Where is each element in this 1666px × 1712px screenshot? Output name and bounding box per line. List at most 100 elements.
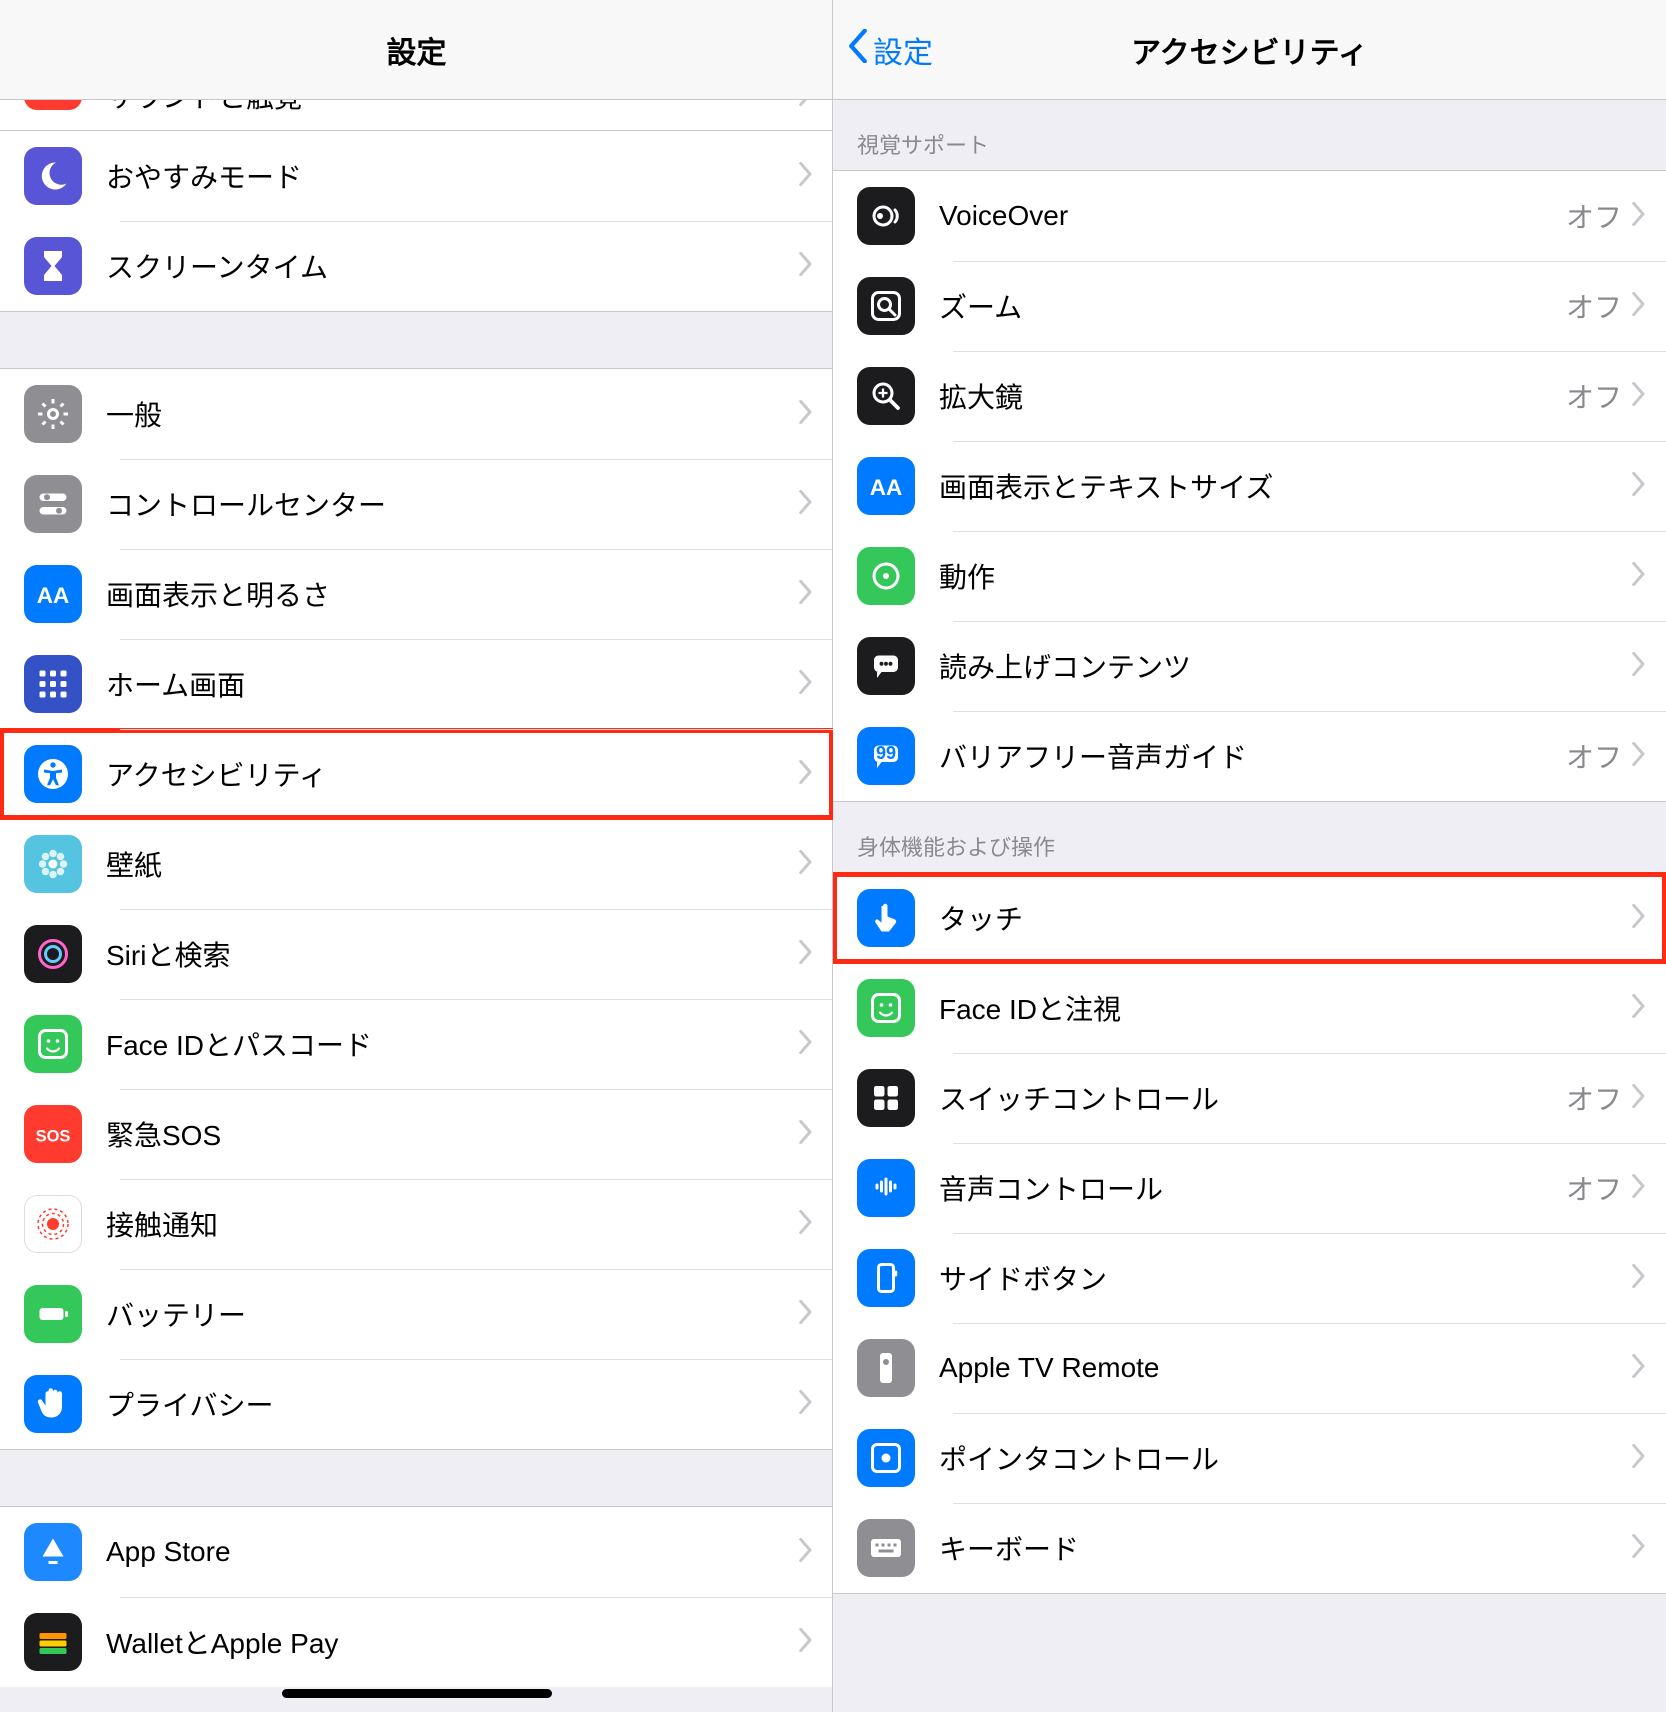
face-icon [24,1015,82,1073]
home-indicator[interactable] [282,1689,552,1698]
chevron-right-icon [1632,1174,1646,1203]
siri-icon [24,925,82,983]
row-label: Face IDとパスコード [106,1024,799,1064]
row-label: 一般 [106,394,799,434]
row-switchctrl[interactable]: スイッチコントロールオフ [833,1053,1666,1143]
svg-text:SOS: SOS [36,1128,71,1146]
row-label: 音声コントロール [939,1168,1566,1208]
row-sidebutton[interactable]: サイドボタン [833,1233,1666,1323]
hourglass-icon [24,237,82,295]
row-label: コントロールセンター [106,484,799,524]
row-cutoff[interactable]: サウンドと触覚 [0,100,833,130]
switches-icon [24,475,82,533]
row-keyboard[interactable]: キーボード [833,1503,1666,1593]
svg-text:AA: AA [870,475,903,500]
chevron-right-icon [799,162,813,191]
row-label: ホーム画面 [106,664,799,704]
row-display[interactable]: AA画面表示と明るさ [0,549,833,639]
chevron-right-icon [799,1390,813,1419]
section-header: 身体機能および操作 [833,802,1666,872]
row-audiodesc[interactable]: 99バリアフリー音声ガイドオフ [833,711,1666,801]
chevron-right-icon [799,1120,813,1149]
row-appstore[interactable]: App Store [0,1507,833,1597]
row-accessibility[interactable]: アクセシビリティ [0,729,833,819]
row-label: スクリーンタイム [106,246,799,286]
magnifier-icon [857,367,915,425]
row-controlcenter[interactable]: コントロールセンター [0,459,833,549]
row-voiceover[interactable]: VoiceOverオフ [833,171,1666,261]
row-sos[interactable]: SOS緊急SOS [0,1089,833,1179]
settings-list[interactable]: サウンドと触覚おやすみモードスクリーンタイム一般コントロールセンター AA画面表示… [0,100,833,1712]
row-value: オフ [1566,196,1622,236]
settings-header: 設定 [0,0,833,100]
appstore-icon [24,1523,82,1581]
row-label: 動作 [939,556,1632,596]
chevron-right-icon [1632,1084,1646,1113]
chevron-right-icon [1632,472,1646,501]
moon-icon [24,147,82,205]
svg-text:99: 99 [876,743,896,763]
row-label: タッチ [939,898,1632,938]
row-label: プライバシー [106,1384,799,1424]
settings-panel: 設定 サウンドと触覚おやすみモードスクリーンタイム一般コントロールセンター AA画… [0,0,833,1712]
row-battery[interactable]: バッテリー [0,1269,833,1359]
row-pointer[interactable]: ポインタコントロール [833,1413,1666,1503]
row-label: スイッチコントロール [939,1078,1566,1118]
row-label: キーボード [939,1528,1632,1568]
voicectrl-icon [857,1159,915,1217]
row-touch[interactable]: タッチ [833,873,1666,963]
row-faceatt[interactable]: Face IDと注視 [833,963,1666,1053]
row-label: 画面表示とテキストサイズ [939,466,1632,506]
row-label: 画面表示と明るさ [106,574,799,614]
row-wallpaper[interactable]: 壁紙 [0,819,833,909]
chevron-right-icon [1632,742,1646,771]
row-spoken[interactable]: 読み上げコンテンツ [833,621,1666,711]
row-wallet[interactable]: WalletとApple Pay [0,1597,833,1687]
switchctrl-icon [857,1069,915,1127]
chevron-right-icon [1632,382,1646,411]
row-zoom[interactable]: ズームオフ [833,261,1666,351]
row-motion[interactable]: 動作 [833,531,1666,621]
chevron-right-icon [799,760,813,789]
row-exposure[interactable]: 接触通知 [0,1179,833,1269]
chevron-right-icon [799,1300,813,1329]
chevron-right-icon [1632,202,1646,231]
sidebutton-icon [857,1249,915,1307]
chevron-right-icon [799,940,813,969]
chevron-right-icon [1632,652,1646,681]
back-button[interactable]: 設定 [847,0,933,99]
row-value: オフ [1566,286,1622,326]
section-header: 視覚サポート [833,100,1666,170]
row-dnd[interactable]: おやすみモード [0,131,833,221]
row-faceid[interactable]: Face IDとパスコード [0,999,833,1089]
row-appletv[interactable]: Apple TV Remote [833,1323,1666,1413]
row-home[interactable]: ホーム画面 [0,639,833,729]
remote-icon [857,1339,915,1397]
chevron-right-icon [799,252,813,281]
accessibility-title: アクセシビリティ [1131,28,1368,72]
row-screentime[interactable]: スクリーンタイム [0,221,833,311]
aa-icon: AA [857,457,915,515]
row-value: オフ [1566,376,1622,416]
chevron-right-icon [799,100,813,111]
row-voicectrl[interactable]: 音声コントロールオフ [833,1143,1666,1233]
row-textsize[interactable]: AA 画面表示とテキストサイズ [833,441,1666,531]
row-label: バッテリー [106,1294,799,1334]
speech-icon [857,637,915,695]
accessibility-list[interactable]: 視覚サポートVoiceOverオフズームオフ拡大鏡オフAA画面表示とテキストサイ… [833,100,1666,1712]
pointer-icon [857,1429,915,1487]
row-siri[interactable]: Siriと検索 [0,909,833,999]
row-label: Siriと検索 [106,934,799,974]
row-general[interactable]: 一般 [0,369,833,459]
zoom-icon [857,277,915,335]
back-label: 設定 [873,28,933,72]
chevron-right-icon [1632,904,1646,933]
row-label: App Store [106,1536,799,1568]
row-label: 拡大鏡 [939,376,1566,416]
chevron-right-icon [1632,1534,1646,1563]
settings-title: 設定 [387,28,447,72]
row-privacy[interactable]: プライバシー [0,1359,833,1449]
touch-icon [857,889,915,947]
row-magnifier[interactable]: 拡大鏡オフ [833,351,1666,441]
row-label: 接触通知 [106,1204,799,1244]
